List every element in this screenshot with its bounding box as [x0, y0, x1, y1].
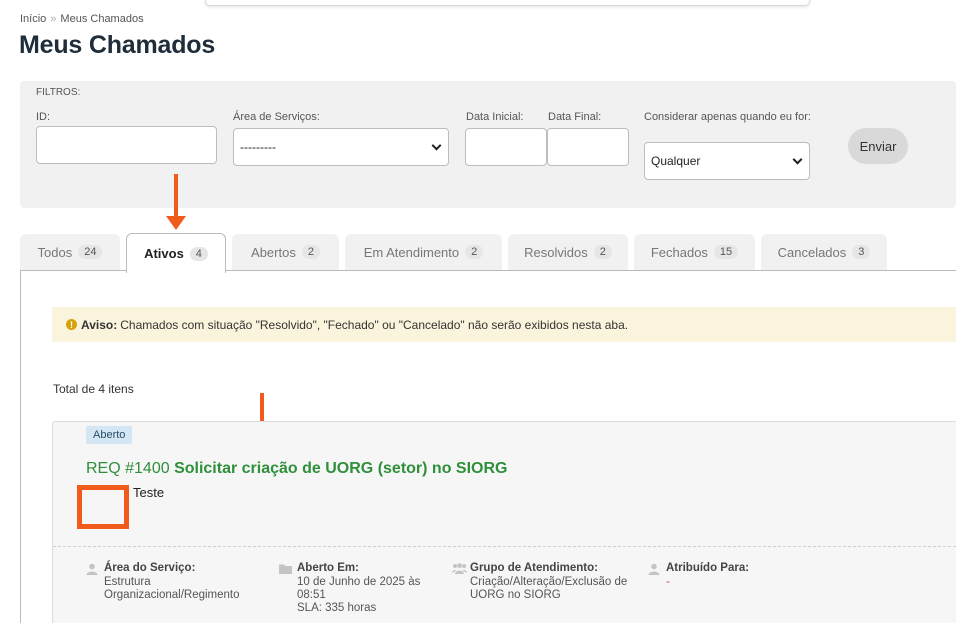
tab-label: Resolvidos: [524, 244, 588, 260]
end-date-input[interactable]: [547, 128, 629, 166]
tab-label: Ativos: [144, 246, 184, 261]
send-button[interactable]: Enviar: [848, 128, 908, 164]
tab-resolvidos[interactable]: Resolvidos 2: [508, 234, 628, 270]
breadcrumb-home-link[interactable]: Início: [20, 13, 46, 25]
tab-count-badge: 4: [189, 246, 208, 261]
annotation-arrow-tab: [166, 174, 186, 230]
breadcrumb-current: Meus Chamados: [60, 13, 144, 25]
tab-count-badge: 15: [713, 245, 739, 259]
area-select[interactable]: ---------: [233, 128, 449, 166]
folder-icon: [279, 564, 292, 574]
meta-opened: Aberto Em: 10 de Junho de 2025 às 08:51 …: [279, 562, 437, 615]
top-search-bar[interactable]: [205, 0, 810, 6]
consider-label: Considerar apenas quando eu for:: [644, 111, 811, 123]
meta-area: Área do Serviço: Estrutura Organizaciona…: [86, 562, 264, 602]
tab-count-badge: 3: [852, 245, 871, 259]
area-value: Estrutura Organizacional/Regimento: [104, 576, 240, 601]
id-label: ID:: [36, 111, 51, 123]
area-label: Área de Serviços:: [233, 111, 320, 123]
divider: [53, 546, 956, 547]
group-icon: [452, 563, 467, 574]
tab-em-atendimento[interactable]: Em Atendimento 2: [345, 234, 502, 270]
tab-count-badge: 2: [301, 245, 320, 259]
start-date-label: Data Inicial:: [466, 111, 524, 123]
user-icon: [648, 563, 660, 575]
tab-label: Cancelados: [777, 244, 847, 260]
ticket-number: REQ #1400: [86, 460, 170, 477]
exclamation-icon: !: [66, 319, 77, 330]
meta-assigned: Atribuído Para: -: [648, 562, 816, 589]
opened-label: Aberto Em:: [297, 562, 359, 574]
page-title: Meus Chamados: [19, 31, 216, 59]
group-label: Grupo de Atendimento:: [470, 562, 598, 574]
tab-ativos[interactable]: Ativos 4: [126, 233, 226, 273]
tab-cancelados[interactable]: Cancelados 3: [761, 234, 887, 270]
area-label: Área do Serviço:: [104, 562, 196, 574]
consider-select[interactable]: Qualquer: [644, 142, 810, 180]
tab-label: Abertos: [251, 244, 296, 260]
meta-group: Grupo de Atendimento: Criação/Alteração/…: [452, 562, 640, 602]
tab-count-badge: 2: [465, 245, 484, 259]
tab-label: Fechados: [650, 244, 708, 260]
tab-label: Em Atendimento: [363, 244, 460, 260]
warning-notice: ! Aviso: Chamados com situação "Resolvid…: [52, 307, 956, 342]
filters-title: FILTROS:: [36, 87, 81, 98]
status-badge: Aberto: [86, 426, 133, 444]
breadcrumb-separator: »: [50, 13, 57, 25]
chevron-down-icon: [792, 154, 803, 165]
chevron-down-icon: [431, 140, 442, 151]
tab-todos[interactable]: Todos 24: [20, 234, 120, 270]
redaction-box: [77, 485, 129, 529]
opened-value: 10 de Junho de 2025 às 08:51: [297, 576, 421, 601]
area-select-value: ---------: [240, 140, 276, 154]
assigned-label: Atribuído Para:: [666, 562, 750, 574]
tab-abertos[interactable]: Abertos 2: [232, 234, 339, 270]
sla-value: SLA: 335 horas: [297, 602, 377, 614]
filters-panel: FILTROS: ID: Área de Serviços: ---------…: [20, 81, 956, 208]
tab-fechados[interactable]: Fechados 15: [634, 234, 755, 270]
ticket-description: Teste: [133, 485, 165, 500]
notice-text: Chamados com situação "Resolvido", "Fech…: [120, 317, 629, 332]
tab-count-badge: 2: [593, 245, 612, 259]
ticket-title-link[interactable]: REQ #1400 Solicitar criação de UORG (set…: [86, 460, 507, 478]
start-date-input[interactable]: [465, 128, 547, 166]
group-value: Criação/Alteração/Exclusão de UORG no SI…: [470, 576, 628, 601]
end-date-label: Data Final:: [548, 111, 602, 123]
tab-label: Todos: [37, 244, 73, 260]
user-icon: [86, 563, 98, 575]
notice-bold-label: Aviso:: [81, 317, 118, 332]
ticket-title: Solicitar criação de UORG (setor) no SIO…: [174, 460, 508, 477]
id-input[interactable]: [36, 126, 217, 164]
consider-select-value: Qualquer: [651, 154, 701, 168]
assigned-value: -: [666, 576, 670, 588]
ticket-card: Aberto REQ #1400 Solicitar criação de UO…: [52, 421, 956, 623]
total-items: Total de 4 itens: [53, 382, 134, 396]
tab-count-badge: 24: [78, 245, 103, 259]
breadcrumb: Início » Meus Chamados: [20, 13, 144, 25]
